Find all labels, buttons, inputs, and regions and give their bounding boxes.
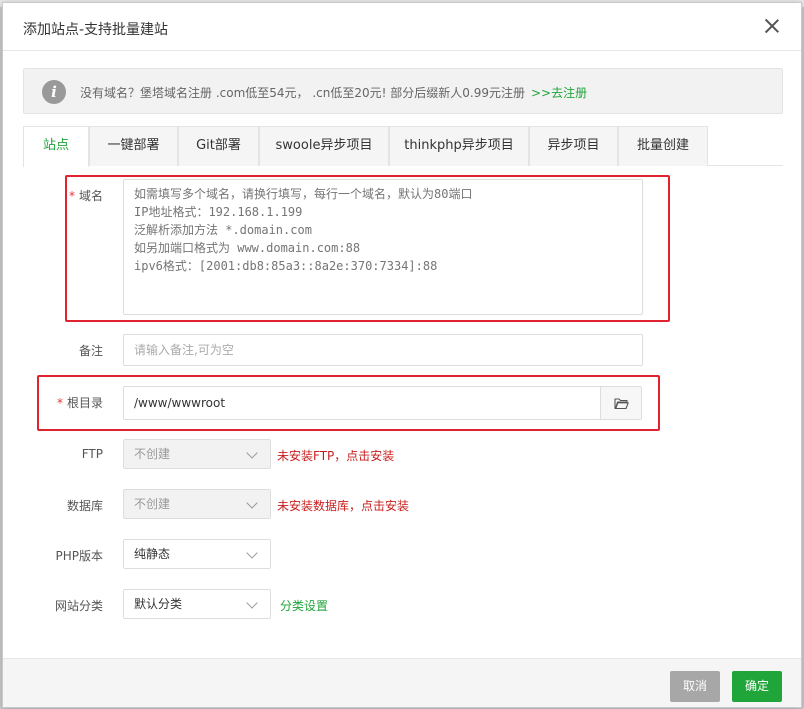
php-label: PHP版本 — [55, 549, 104, 563]
install-ftp-link[interactable]: 未安装FTP，点击安装 — [277, 447, 394, 464]
domain-highlight-box — [65, 175, 670, 322]
tab-swoole-project[interactable]: swoole异步项目 — [259, 126, 389, 166]
remark-input[interactable]: 请输入备注,可为空 — [123, 334, 643, 366]
ftp-label: FTP — [81, 447, 103, 461]
dialog-title-bar: 添加站点-支持批量建站 — [3, 3, 801, 51]
php-version-select[interactable]: 纯静态 — [123, 539, 271, 569]
chevron-down-icon — [246, 597, 258, 609]
chevron-down-icon — [246, 547, 258, 559]
domain-notice: i 没有域名？堡塔域名注册 .com低至54元， .cn低至20元! 部分后缀新… — [23, 68, 783, 114]
tab-thinkphp-project[interactable]: thinkphp异步项目 — [389, 126, 529, 166]
tab-git-deploy[interactable]: Git部署 — [178, 126, 259, 166]
tab-async-project[interactable]: 异步项目 — [529, 126, 618, 166]
confirm-button[interactable]: 确定 — [732, 671, 782, 702]
category-select[interactable]: 默认分类 — [123, 589, 271, 619]
chevron-down-icon — [246, 447, 258, 459]
tab-batch-create[interactable]: 批量创建 — [618, 126, 708, 166]
dialog-footer: 取消 确定 — [3, 658, 801, 707]
chevron-down-icon — [246, 497, 258, 509]
remark-label: 备注 — [78, 344, 103, 358]
tab-bar: 站点 一键部署 Git部署 swoole异步项目 thinkphp异步项目 异步… — [23, 126, 783, 167]
category-settings-link[interactable]: 分类设置 — [280, 597, 328, 614]
tab-site[interactable]: 站点 — [23, 126, 89, 167]
cancel-button[interactable]: 取消 — [670, 671, 720, 702]
notice-text: 没有域名？堡塔域名注册 .com低至54元， .cn低至20元! 部分后缀新人0… — [80, 86, 588, 100]
root-highlight-box — [37, 375, 660, 431]
install-database-link[interactable]: 未安装数据库，点击安装 — [277, 497, 409, 514]
tab-one-click-deploy[interactable]: 一键部署 — [89, 126, 178, 166]
category-label: 网站分类 — [54, 599, 103, 613]
add-site-dialog: 添加站点-支持批量建站 i 没有域名？堡塔域名注册 .com低至54元， .cn… — [2, 2, 802, 708]
register-link[interactable]: >>去注册 — [531, 86, 587, 100]
close-icon[interactable] — [761, 15, 783, 37]
database-select[interactable]: 不创建 — [123, 489, 271, 519]
ftp-select[interactable]: 不创建 — [123, 439, 271, 469]
dialog-title: 添加站点-支持批量建站 — [23, 22, 169, 38]
info-icon: i — [42, 80, 66, 104]
database-label: 数据库 — [66, 499, 103, 513]
